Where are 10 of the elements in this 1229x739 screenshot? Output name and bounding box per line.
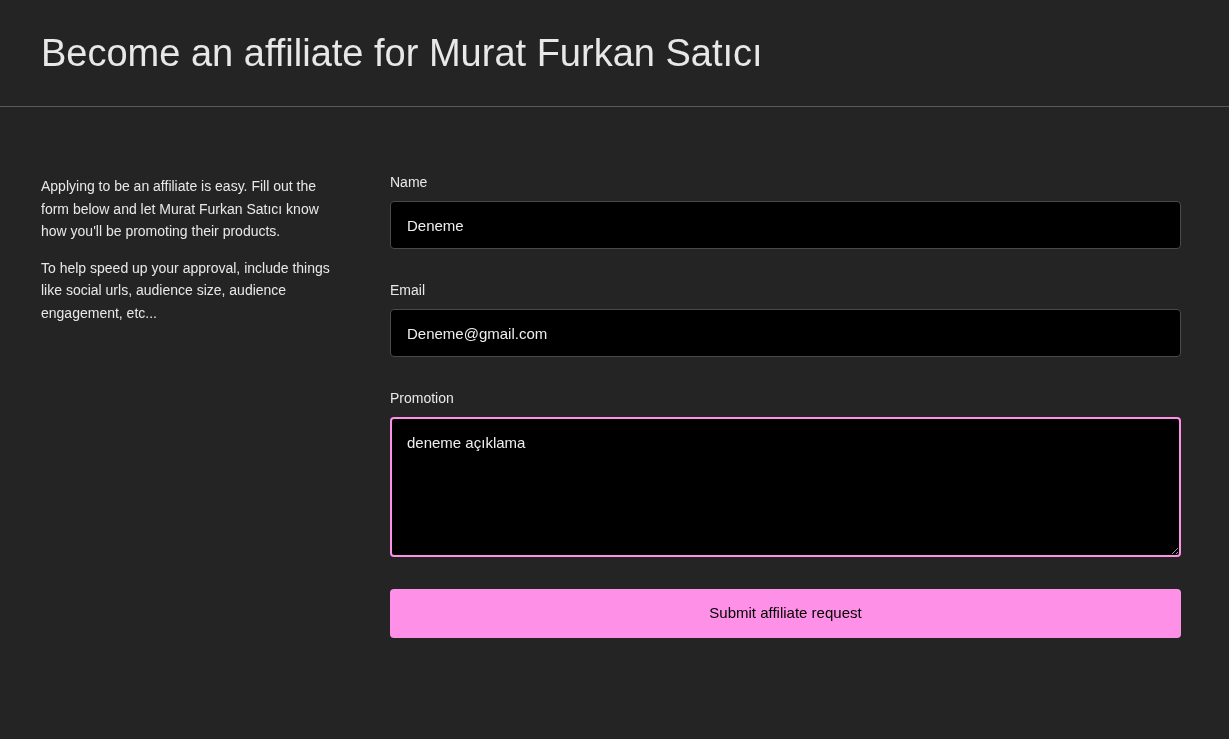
submit-button[interactable]: Submit affiliate request: [390, 589, 1181, 638]
page-title: Become an affiliate for Murat Furkan Satıcı: [41, 34, 763, 72]
input-field[interactable]: Deneme: [390, 201, 1181, 249]
input-field[interactable]: Deneme@gmail.com: [390, 309, 1181, 357]
promotion-textarea[interactable]: deneme açıklama: [390, 417, 1181, 557]
intro-paragraph: Applying to be an affiliate is easy. Fill out the form below and let Murat Furkan Satıcı know how you'll be promoting their products.: [41, 177, 320, 241]
field-label: Name: [390, 173, 428, 191]
field-label: Promotion: [390, 389, 454, 407]
intro-paragraph: To help speed up your approval, include things like social urls, audience size, audience engagement, etc...: [41, 258, 331, 323]
field-label: Email: [390, 281, 425, 299]
